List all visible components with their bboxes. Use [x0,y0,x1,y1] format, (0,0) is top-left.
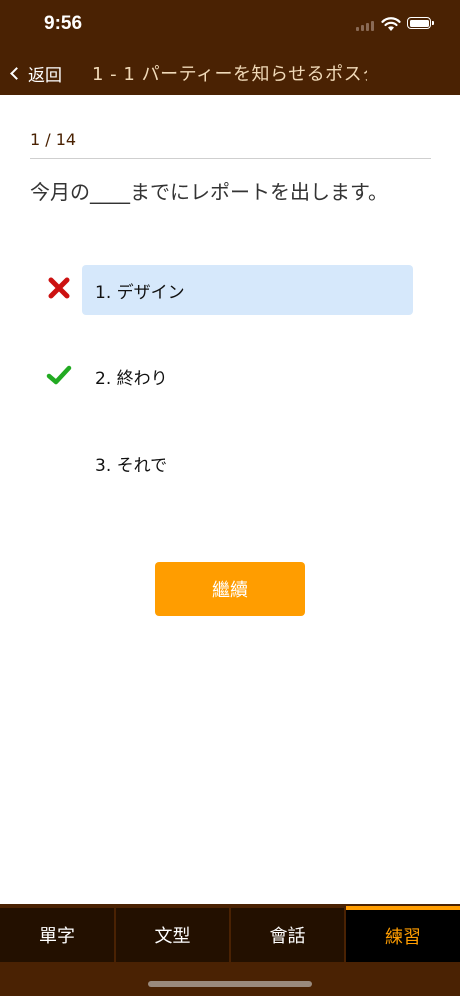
status-time: 9:56 [44,13,83,34]
correct-check-icon [46,365,72,385]
tab-sentence-patterns[interactable]: 文型 [116,908,229,962]
question-progress: 1 / 14 [30,130,77,149]
back-button[interactable]: 返回 [10,60,62,86]
option-label: 1. デザイン [95,282,185,303]
tab-label: 文型 [154,926,191,947]
battery-icon [407,17,434,29]
answer-option-3[interactable]: 3. それで [82,438,413,488]
continue-label: 繼續 [212,580,248,601]
option-label: 3. それで [95,455,168,476]
answer-option-1[interactable]: 1. デザイン [82,265,413,315]
tab-bar: 單字 文型 會話 練習 [0,904,460,996]
page-title: 1 - 1 パーティーを知らせるポスタ [92,64,367,85]
signal-icon [356,21,374,31]
tab-label: 練習 [385,927,421,948]
wrong-x-icon [48,277,70,299]
tab-conversation[interactable]: 會話 [231,908,344,962]
tab-vocabulary[interactable]: 單字 [0,908,114,962]
tab-practice[interactable]: 練習 [346,906,460,962]
answer-option-2[interactable]: 2. 終わり [82,351,413,401]
option-label: 2. 終わり [95,368,168,389]
chevron-left-icon [10,66,23,80]
question-text: 今月の____までにレポートを出します。 [30,180,388,204]
wifi-icon [381,17,401,31]
tab-label: 會話 [269,926,306,947]
continue-button[interactable]: 繼續 [155,562,305,616]
back-label: 返回 [28,65,62,86]
home-indicator [148,981,312,987]
divider [30,158,431,159]
tab-label: 單字 [39,926,75,947]
top-bar: 9:56 返回 1 - 1 パーティーを知らせるポスタ [0,0,460,95]
